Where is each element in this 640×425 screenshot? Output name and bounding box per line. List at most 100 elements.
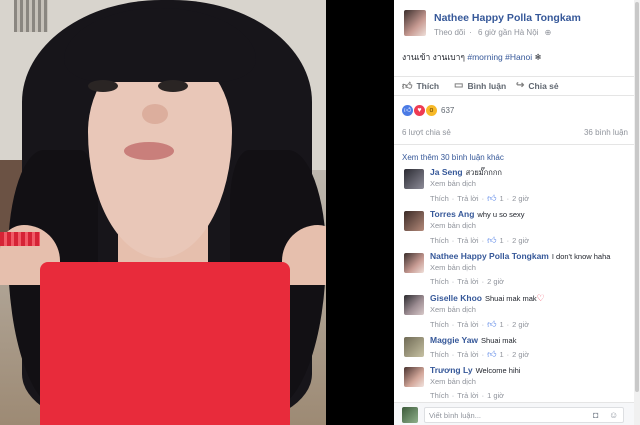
see-translation-link[interactable]: Xem bản dịch [430, 263, 476, 272]
photo-nose [142, 104, 168, 124]
heart-emoji: ♡ [536, 293, 545, 303]
comment-time[interactable]: 2 giờ [512, 320, 529, 329]
divider [394, 144, 634, 145]
post-time-location[interactable]: 6 giờ gần Hà Nội [478, 28, 538, 37]
comment-footer: Thích · Trả lời · 👍︎ 1 · 2 giờ [430, 349, 530, 359]
scrollbar-thumb[interactable] [635, 2, 639, 392]
photo-strap [0, 232, 40, 246]
comment-footer: Thích · Trả lời · 👍︎ 1 · 2 giờ [430, 193, 530, 203]
photo-air-vent [14, 0, 48, 32]
reply-link[interactable]: Trả lời [457, 391, 478, 400]
speech-bubble-icon: ▭ [454, 80, 464, 91]
comment-button[interactable]: ▭ Bình luận [454, 80, 506, 91]
view-more-comments-link[interactable]: Xem thêm 30 bình luận khác [402, 153, 504, 162]
comment-item: Nathee Happy Polla Tongkam I don't know h… [402, 251, 628, 291]
commenter-avatar[interactable] [404, 169, 424, 189]
comment-time[interactable]: 2 giờ [512, 194, 529, 203]
comment-input[interactable]: Viết bình luận... ◘ ☺ [424, 407, 624, 423]
comment-composer: Viết bình luận... ◘ ☺ [394, 402, 634, 425]
comment-time[interactable]: 2 giờ [487, 277, 504, 286]
smiley-icon[interactable]: ☺ [609, 410, 618, 420]
share-button[interactable]: ↪ Chia sẻ [516, 80, 559, 91]
comment-time[interactable]: 2 giờ [512, 236, 529, 245]
reply-link[interactable]: Trả lời [457, 236, 478, 245]
follow-link[interactable]: Theo dõi [434, 28, 465, 37]
thumbs-up-icon: 👍︎ [487, 349, 497, 359]
comment-footer: Thích · Trả lời · 👍︎ 1 · 2 giờ [430, 235, 530, 245]
author-name[interactable]: Nathee Happy Polla Tongkam [434, 12, 581, 24]
reply-link[interactable]: Trả lời [457, 277, 478, 286]
scrollbar[interactable] [634, 0, 640, 425]
comment-count[interactable]: 36 bình luận [584, 128, 628, 137]
comment-like-count[interactable]: 1 [499, 194, 503, 203]
author-avatar[interactable] [404, 10, 426, 36]
photo-lips [124, 142, 174, 160]
like-label: Thích [416, 81, 440, 91]
like-comment-link[interactable]: Thích [430, 350, 449, 359]
viewer-background [326, 0, 394, 425]
like-comment-link[interactable]: Thích [430, 391, 449, 400]
reaction-count: 637 [441, 105, 455, 115]
share-label: Chia sẻ [528, 80, 559, 91]
camera-icon[interactable]: ◘ [593, 410, 598, 420]
reply-link[interactable]: Trả lời [457, 320, 478, 329]
comment-text: why u so sexy [477, 210, 525, 219]
post-meta: Theo dõi · 6 giờ gần Hà Nội ⊕ [434, 28, 555, 37]
thumbs-up-icon: 👍︎ [487, 235, 497, 245]
comment-like-count[interactable]: 1 [499, 350, 503, 359]
post-header: Nathee Happy Polla Tongkam Theo dõi · 6 g… [402, 8, 628, 42]
like-comment-link[interactable]: Thích [430, 277, 449, 286]
wow-reaction-icon: o [426, 104, 437, 116]
see-translation-link[interactable]: Xem bản dịch [430, 377, 476, 386]
post-photo[interactable] [0, 0, 326, 425]
see-translation-link[interactable]: Xem bản dịch [430, 305, 476, 314]
like-button[interactable]: 👍︎ Thích [402, 80, 439, 92]
share-count[interactable]: 6 lượt chia sẻ [402, 128, 451, 137]
viewer-avatar [402, 407, 418, 423]
commenter-avatar[interactable] [404, 367, 424, 387]
hashtag-morning[interactable]: #morning [467, 52, 502, 62]
comment-time[interactable]: 1 giờ [487, 391, 504, 400]
comment-item: Giselle Khoo Shuai mak mak♡ Xem bản dịch … [402, 293, 628, 333]
comment-like-count[interactable]: 1 [499, 320, 503, 329]
reply-link[interactable]: Trả lời [457, 350, 478, 359]
hashtag-hanoi[interactable]: #Hanoi [505, 52, 532, 62]
commenter-avatar[interactable] [404, 295, 424, 315]
photo-red-top [40, 262, 290, 425]
snowflake-emoji: ❄ [534, 52, 542, 62]
like-comment-link[interactable]: Thích [430, 194, 449, 203]
caption-text: งานเข้า งานเบาๆ [402, 52, 465, 62]
comment-input-placeholder: Viết bình luận... [429, 411, 481, 420]
comment-author[interactable]: Torres Ang [430, 209, 474, 219]
commenter-avatar[interactable] [404, 211, 424, 231]
action-bar: 👍︎ Thích ▭ Bình luận ↪ Chia sẻ [394, 76, 634, 96]
comment-item: Trương Ly Welcome hihi Xem bản dịch Thích… [402, 365, 628, 405]
comment-author[interactable]: Maggie Yaw [430, 335, 478, 345]
meta-separator: · [469, 28, 472, 37]
comment-author[interactable]: Giselle Khoo [430, 293, 482, 303]
comment-author[interactable]: Trương Ly [430, 365, 473, 375]
comment-label: Bình luận [467, 80, 507, 91]
comment-time[interactable]: 2 giờ [512, 350, 529, 359]
see-translation-link[interactable]: Xem bản dịch [430, 221, 476, 230]
post-caption: งานเข้า งานเบาๆ #morning #Hanoi ❄ [402, 50, 542, 64]
comment-text: Shuai mak [481, 336, 517, 345]
comment-footer: Thích · Trả lời · 👍︎ 1 · 2 giờ [430, 319, 530, 329]
comment-text: สวยมั๊กกกก [465, 168, 502, 177]
reaction-summary[interactable]: 👍︎ ♥ o 637 [402, 103, 454, 117]
comment-item: Ja Seng สวยมั๊กกกก Xem bản dịch Thích · Tr… [402, 167, 628, 207]
commenter-avatar[interactable] [404, 337, 424, 357]
share-arrow-icon: ↪ [516, 80, 525, 91]
comment-like-count[interactable]: 1 [499, 236, 503, 245]
reply-link[interactable]: Trả lời [457, 194, 478, 203]
comment-author[interactable]: Nathee Happy Polla Tongkam [430, 251, 549, 261]
photo-eye-left [88, 80, 118, 92]
see-translation-link[interactable]: Xem bản dịch [430, 179, 476, 188]
comment-author[interactable]: Ja Seng [430, 167, 463, 177]
like-comment-link[interactable]: Thích [430, 320, 449, 329]
like-comment-link[interactable]: Thích [430, 236, 449, 245]
comment-text: I don't know haha [551, 252, 611, 261]
thumbs-up-icon: 👍︎ [402, 81, 413, 92]
commenter-avatar[interactable] [404, 253, 424, 273]
thumbs-up-icon: 👍︎ [487, 193, 497, 203]
